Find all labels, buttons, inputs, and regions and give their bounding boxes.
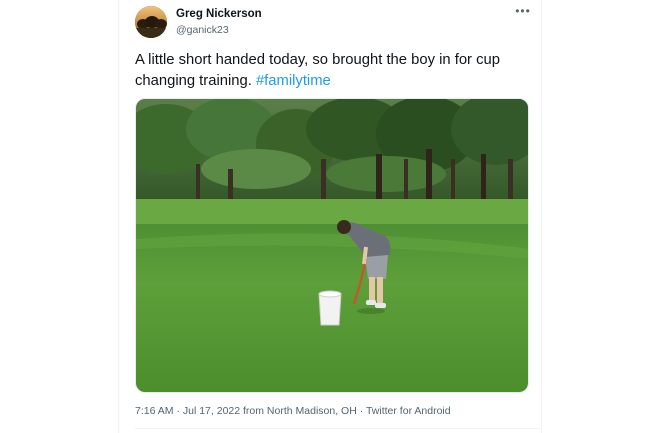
tweet-time-link[interactable]: 7:16 AM [135,405,174,417]
tweet-source-link[interactable]: Twitter for Android [366,405,451,417]
tweet-photo[interactable] [135,98,529,393]
author-name[interactable]: Greg Nickerson [176,8,262,20]
tweet-date-link[interactable]: Jul 17, 2022 [183,405,240,417]
hashtag-link[interactable]: #familytime [256,73,331,89]
tweet-card: Greg Nickerson @ganick23 ••• A little sh… [118,0,542,433]
tweet-meta: 7:16 AM · Jul 17, 2022 from North Madiso… [135,405,451,417]
avatar[interactable] [135,6,167,38]
avatar-image [135,6,167,38]
divider [135,428,541,429]
meta-separator-2: · [359,405,364,417]
more-options-icon[interactable]: ••• [515,5,531,20]
tweet-text: A little short handed today, so brought … [135,50,527,92]
golf-green-photo [136,99,528,392]
author-handle[interactable]: @ganick23 [176,24,229,36]
tweet-location: from North Madison, OH [243,405,357,417]
meta-separator: · [176,405,180,417]
